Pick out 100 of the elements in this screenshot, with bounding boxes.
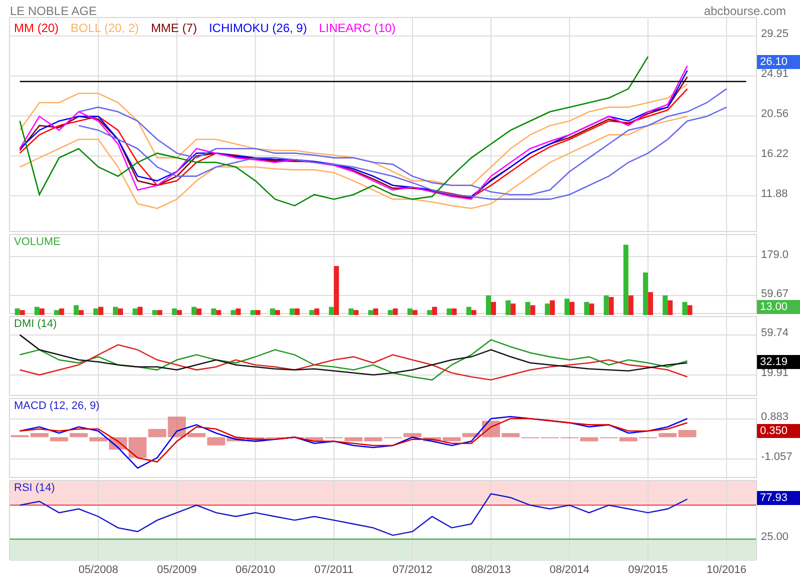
bar — [255, 310, 260, 315]
legend-label: LINEARC (10) — [318, 22, 396, 34]
bar — [74, 305, 79, 315]
bar — [668, 300, 673, 315]
panel-title: RSI (14) — [14, 483, 55, 494]
bar — [490, 302, 496, 315]
bar — [525, 302, 530, 315]
bar — [687, 305, 692, 315]
bar — [662, 295, 668, 315]
bar — [20, 310, 25, 315]
bar — [290, 308, 295, 315]
date-tick-label: 06/2010 — [236, 565, 276, 576]
axis-tick-label: 29.25 — [761, 28, 789, 40]
panel-title: VOLUME — [14, 237, 60, 248]
last-value-tag: 0.350 — [757, 424, 800, 438]
bar — [486, 295, 491, 315]
bar — [192, 306, 196, 315]
date-tick-label: 10/2016 — [706, 565, 746, 576]
bar — [446, 308, 452, 315]
bar — [354, 310, 359, 315]
bar — [510, 304, 516, 315]
source-label: abcbourse.com — [704, 5, 786, 17]
bar — [211, 308, 216, 315]
bar — [432, 306, 438, 315]
bar — [270, 308, 276, 315]
bar — [34, 306, 40, 315]
bar — [412, 310, 418, 315]
bar — [466, 306, 472, 315]
bar — [314, 308, 320, 315]
bar — [506, 300, 511, 315]
bar — [328, 306, 334, 315]
bar — [604, 295, 609, 315]
bar — [54, 310, 60, 315]
bar — [628, 295, 634, 315]
legend-label: ICHIMOKU (26, 9) — [208, 22, 307, 34]
bar — [584, 302, 590, 315]
date-tick-label: 07/2012 — [392, 565, 432, 576]
date-tick-label: 05/2008 — [78, 565, 118, 576]
bar — [138, 306, 143, 315]
bar — [112, 306, 118, 315]
bar — [230, 310, 236, 315]
bar — [294, 308, 300, 315]
bar — [682, 302, 688, 315]
bar — [608, 297, 614, 315]
bar — [250, 310, 256, 315]
bar — [648, 292, 654, 315]
legend-label: BOLL (20, 2) — [70, 22, 139, 34]
bar — [98, 306, 104, 315]
date-tick-label: 08/2014 — [550, 565, 590, 576]
bar — [570, 302, 574, 315]
legend-label: MM (20) — [14, 22, 59, 34]
bar — [392, 308, 398, 315]
panel-title: DMI (14) — [14, 319, 57, 330]
bar — [388, 310, 393, 315]
axis-tick-label: 59.74 — [761, 328, 789, 340]
bar — [236, 308, 241, 315]
bar — [157, 310, 162, 315]
bar — [623, 244, 628, 315]
bar — [471, 310, 476, 315]
bar — [59, 308, 64, 315]
bar — [550, 300, 555, 315]
bar — [78, 310, 84, 315]
bar — [368, 310, 374, 315]
panel-title: MACD (12, 26, 9) — [14, 401, 100, 412]
last-value-tag: 32.19 — [757, 354, 800, 369]
last-value-tag: 26.10 — [757, 54, 800, 69]
bar — [132, 308, 138, 315]
date-tick-label: 09/2015 — [628, 565, 668, 576]
bar — [530, 305, 536, 315]
stock-title: LE NOBLE AGE — [10, 5, 97, 17]
axis-tick-label: -1.057 — [761, 452, 792, 463]
bar — [172, 308, 177, 315]
axis-tick-label: 0.883 — [761, 412, 789, 423]
bar — [152, 310, 158, 315]
date-tick-label: 07/2011 — [314, 565, 354, 576]
bar — [427, 310, 432, 315]
bar — [14, 308, 20, 315]
last-value-tag: 77.93 — [757, 491, 800, 506]
last-value-tag: 13.00 — [757, 300, 800, 314]
axis-tick-label: 179.0 — [761, 250, 789, 260]
bar — [275, 310, 280, 315]
histogram-bar — [188, 433, 206, 438]
axis-tick-label: 24.91 — [761, 68, 789, 80]
bar — [452, 308, 457, 315]
bar — [196, 308, 202, 315]
bar — [407, 308, 412, 315]
bar — [589, 304, 594, 315]
bar — [176, 310, 182, 315]
axis-tick-label: 59.67 — [761, 288, 789, 300]
axis-tick-label: 20.56 — [761, 108, 789, 120]
bar — [544, 304, 550, 315]
bar — [348, 308, 354, 315]
axis-tick-label: 25.00 — [761, 532, 789, 544]
bar — [334, 266, 339, 315]
bar — [118, 308, 123, 315]
axis-tick-label: 11.88 — [761, 188, 788, 200]
axis-tick-label: 16.22 — [761, 148, 789, 160]
legend-label: MME (7) — [150, 22, 197, 34]
date-tick-label: 08/2013 — [471, 565, 511, 576]
bar — [39, 308, 44, 315]
